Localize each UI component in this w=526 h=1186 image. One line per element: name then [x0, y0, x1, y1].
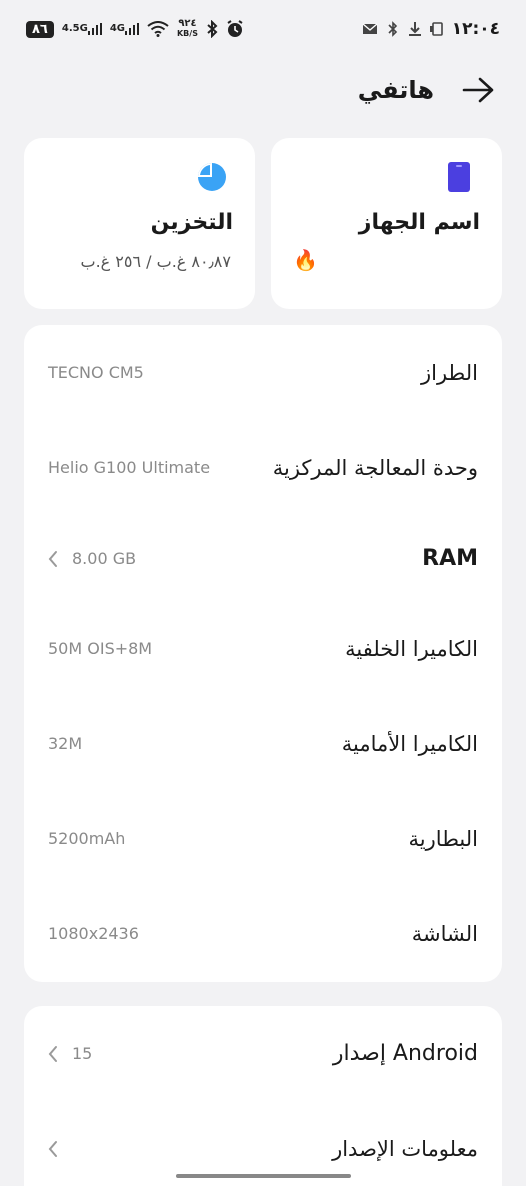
download-icon	[408, 21, 422, 37]
spec-label: الشاشة	[411, 921, 478, 946]
spec-value: 1080x2436	[48, 924, 139, 943]
signal-icon-1: 4.5G	[62, 23, 102, 35]
spec-row-rear-camera: 50M OIS+8M الكاميرا الخلفية	[24, 601, 502, 696]
device-name-title: اسم الجهاز	[358, 210, 480, 235]
page-title: هاتفي	[357, 76, 434, 104]
status-right: ١٢:٠٤	[362, 19, 500, 39]
spec-label: وحدة المعالجة المركزية	[272, 455, 478, 480]
specs-list: TECNO CM5 الطراز Helio G100 Ultimate وحد…	[24, 325, 502, 982]
status-time: ١٢:٠٤	[451, 19, 500, 39]
android-version-row[interactable]: 15 إصدار Android	[24, 1006, 502, 1101]
spec-label: الكاميرا الأمامية	[341, 731, 478, 756]
spec-row-display: 1080x2436 الشاشة	[24, 886, 502, 981]
android-version-value-wrap: 15	[48, 1044, 92, 1063]
spec-row-model: TECNO CM5 الطراز	[24, 325, 502, 420]
network-speed: ٩٢٤ KB/S	[176, 18, 198, 39]
spec-row-battery: 5200mAh البطارية	[24, 791, 502, 886]
page-header: هاتفي	[358, 70, 496, 110]
spec-value-ram: 8.00 GB	[48, 549, 136, 568]
spec-value: 8.00 GB	[72, 549, 137, 568]
status-left: ٨٦ 4.5G 4G ٩٢٤ KB/S	[26, 19, 244, 39]
storage-title: التخزين	[150, 210, 233, 235]
version-info-value-wrap	[48, 1140, 58, 1158]
storage-usage: ٨٠٫٨٧ غ.ب / ٢٥٦ غ.ب	[80, 252, 231, 271]
storage-card[interactable]: التخزين ٨٠٫٨٧ غ.ب / ٢٥٦ غ.ب	[24, 138, 255, 309]
storage-pie-icon	[197, 162, 227, 192]
spec-label: الكاميرا الخلفية	[345, 636, 478, 661]
wifi-icon	[147, 21, 169, 37]
spec-label: الطراز	[420, 360, 478, 385]
home-indicator[interactable]	[176, 1174, 351, 1178]
signal-icon-2: 4G	[110, 23, 139, 35]
phone-icon	[444, 162, 474, 192]
spec-value: Helio G100 Ultimate	[48, 458, 211, 477]
device-name-card[interactable]: اسم الجهاز 🔥	[271, 138, 502, 309]
spec-value: TECNO CM5	[48, 363, 144, 382]
spec-value: 5200mAh	[48, 829, 126, 848]
alarm-icon	[226, 20, 244, 38]
screen-icon	[429, 22, 444, 36]
chevron-left-icon	[48, 550, 58, 568]
bluetooth-vibe-icon	[386, 21, 400, 37]
spec-label: البطارية	[408, 826, 478, 851]
spec-label: RAM	[422, 546, 478, 571]
version-info-label: معلومات الإصدار	[332, 1136, 478, 1161]
android-version-label: إصدار Android	[332, 1041, 478, 1066]
mail-icon	[362, 23, 378, 35]
my-phone-screen: ٨٦ 4.5G 4G ٩٢٤ KB/S ١٢:٠٤ هاتفي اسم الجه…	[0, 0, 526, 1186]
spec-value: 32M	[48, 734, 83, 753]
chevron-left-icon	[48, 1045, 58, 1063]
about-list: 15 إصدار Android معلومات الإصدار	[24, 1006, 502, 1186]
android-version-value: 15	[72, 1044, 93, 1063]
bluetooth-icon	[206, 20, 218, 38]
spec-row-front-camera: 32M الكاميرا الأمامية	[24, 696, 502, 791]
status-bar: ٨٦ 4.5G 4G ٩٢٤ KB/S ١٢:٠٤	[26, 14, 500, 44]
spec-value: 50M OIS+8M	[48, 639, 153, 658]
device-name-value: 🔥	[293, 248, 318, 272]
spec-row-ram[interactable]: 8.00 GB RAM	[24, 511, 502, 606]
back-arrow-icon[interactable]	[460, 72, 496, 108]
chevron-left-icon	[48, 1140, 58, 1158]
spec-row-cpu: Helio G100 Ultimate وحدة المعالجة المركز…	[24, 420, 502, 515]
battery-indicator: ٨٦	[26, 20, 54, 38]
